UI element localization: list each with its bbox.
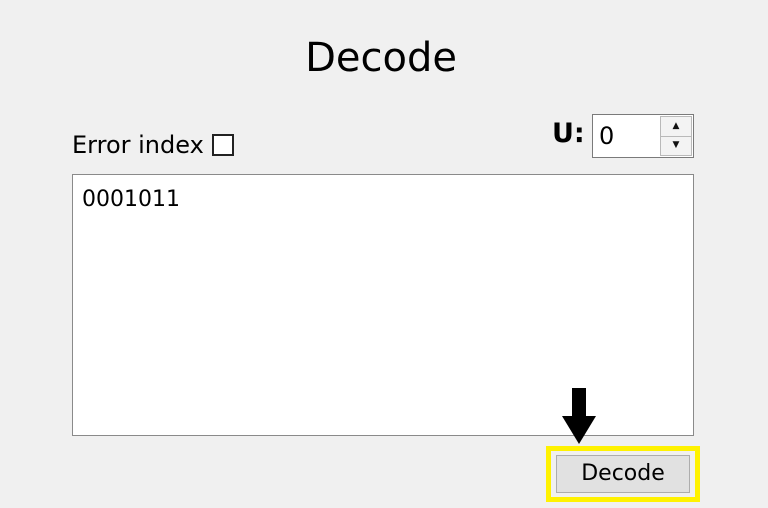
spin-down-button[interactable]: ▼ [660, 136, 692, 156]
page-title: Decode [305, 35, 457, 81]
spin-up-button[interactable]: ▲ [660, 116, 692, 137]
error-index-row: Error index [72, 128, 234, 162]
error-index-label: Error index [72, 131, 204, 159]
arrow-down-icon [562, 388, 596, 444]
u-label: U: [552, 118, 585, 149]
spin-buttons: ▲ ▼ [660, 116, 692, 156]
u-value[interactable]: 0 [599, 115, 614, 157]
spin-down-icon: ▼ [672, 140, 680, 151]
decode-button[interactable]: Decode [556, 455, 690, 493]
u-spinbox[interactable]: 0 ▲ ▼ [592, 114, 694, 158]
error-index-checkbox[interactable] [211, 134, 234, 156]
spin-up-icon: ▲ [672, 120, 680, 131]
code-textarea[interactable]: 0001011 [72, 174, 694, 436]
